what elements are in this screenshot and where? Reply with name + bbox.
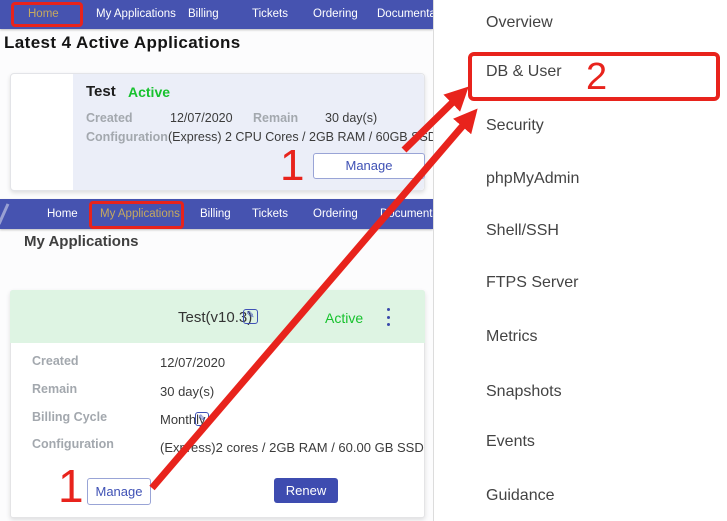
menu-item-guidance[interactable]: Guidance xyxy=(486,487,555,505)
nav-home[interactable]: Home xyxy=(47,199,78,229)
nav-billing[interactable]: Billing xyxy=(200,199,231,229)
billing-cycle-edit-icon[interactable]: ✎ xyxy=(195,412,209,426)
remain-label: Remain xyxy=(253,111,298,125)
menu-item-shell-ssh[interactable]: Shell/SSH xyxy=(486,222,559,240)
configuration-value: (Express)2 cores / 2GB RAM / 60.00 GB SS… xyxy=(160,440,424,455)
created-value: 12/07/2020 xyxy=(170,111,233,125)
configuration-label: Configuration xyxy=(32,437,114,451)
created-value: 12/07/2020 xyxy=(160,355,225,370)
billing-cycle-label: Billing Cycle xyxy=(32,410,107,424)
left-screenshots-region: Home My Applications Billing Tickets Ord… xyxy=(0,0,433,521)
red-highlight-box-home xyxy=(11,2,83,27)
more-options-icon[interactable] xyxy=(383,308,393,326)
app-name: Test xyxy=(86,83,116,100)
menu-item-overview[interactable]: Overview xyxy=(486,14,553,32)
menu-item-ftps-server[interactable]: FTPS Server xyxy=(486,274,578,292)
red-highlight-box-my-applications xyxy=(89,201,184,229)
nav-documentation[interactable]: Documenta xyxy=(380,199,433,229)
menu-item-phpmyadmin[interactable]: phpMyAdmin xyxy=(486,170,579,188)
rename-edit-icon[interactable]: ✎ xyxy=(243,309,258,324)
configuration-label: Configuration xyxy=(86,130,168,144)
created-label: Created xyxy=(86,111,133,125)
renew-button[interactable]: Renew xyxy=(274,478,338,503)
page-title-my-applications: My Applications xyxy=(24,233,138,250)
nav-documentation[interactable]: Documenta xyxy=(377,0,433,29)
step-2-marker: 2 xyxy=(586,58,607,96)
status-badge: Active xyxy=(128,84,170,100)
nav-my-applications[interactable]: My Applications xyxy=(96,0,176,29)
remain-value: 30 day(s) xyxy=(325,111,377,125)
page-title-latest-applications: Latest 4 Active Applications xyxy=(4,33,241,53)
manage-button[interactable]: Manage xyxy=(87,478,151,505)
nav-tickets[interactable]: Tickets xyxy=(252,0,288,29)
app-name-version: Test(v10.3) xyxy=(178,309,252,326)
tutorial-screenshot: Home My Applications Billing Tickets Ord… xyxy=(0,0,727,521)
top-navbar-my-applications-screen: Home My Applications Billing Tickets Ord… xyxy=(0,199,433,229)
menu-item-events[interactable]: Events xyxy=(486,433,535,451)
status-badge: Active xyxy=(325,310,363,326)
created-label: Created xyxy=(32,354,79,368)
step-1-marker: 1 xyxy=(58,463,84,509)
manage-button[interactable]: Manage xyxy=(313,153,425,179)
remain-value: 30 day(s) xyxy=(160,384,214,399)
nav-ordering[interactable]: Ordering xyxy=(313,0,358,29)
nav-billing[interactable]: Billing xyxy=(188,0,219,29)
menu-item-security[interactable]: Security xyxy=(486,117,544,135)
remain-label: Remain xyxy=(32,382,77,396)
menu-item-snapshots[interactable]: Snapshots xyxy=(486,383,562,401)
nav-tickets[interactable]: Tickets xyxy=(252,199,288,229)
nav-ordering[interactable]: Ordering xyxy=(313,199,358,229)
step-1-marker: 1 xyxy=(280,144,304,188)
menu-item-metrics[interactable]: Metrics xyxy=(486,328,538,346)
